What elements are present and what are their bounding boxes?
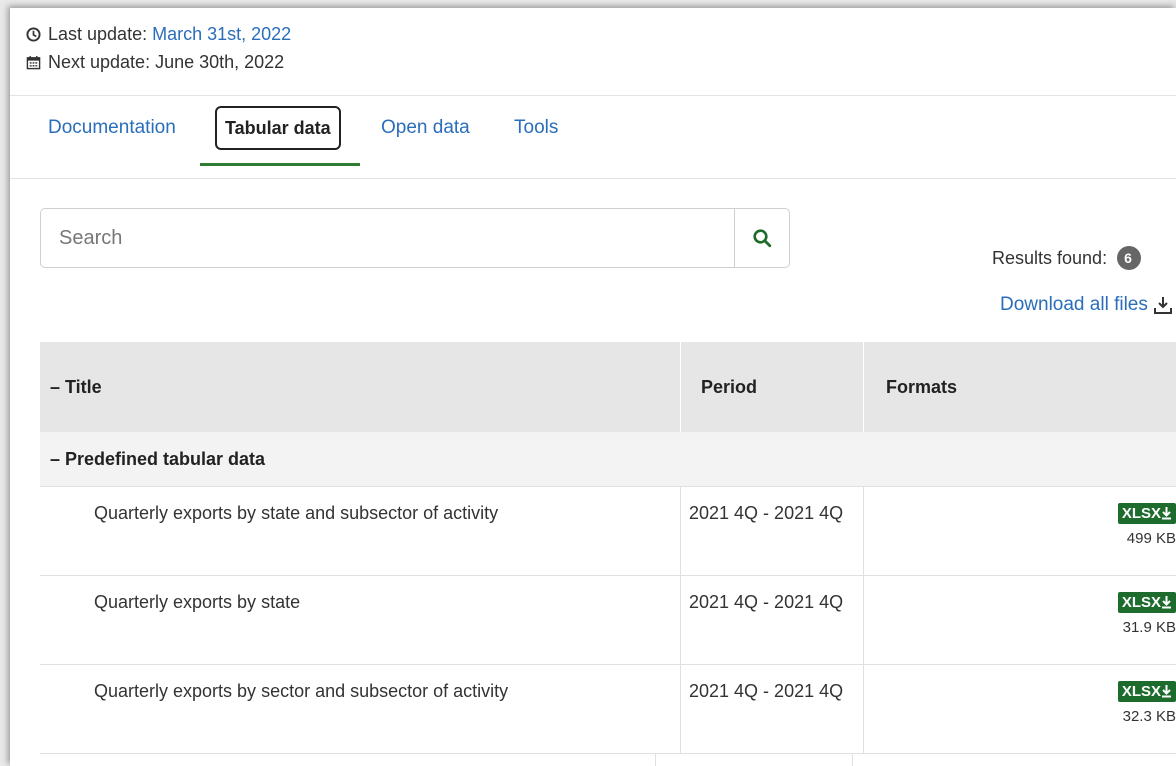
file-size: 31.9 KB bbox=[1122, 619, 1176, 636]
format-label: XLSX bbox=[1121, 505, 1161, 522]
group-row-predefined[interactable]: – Predefined tabular data bbox=[40, 432, 1176, 487]
search-button[interactable] bbox=[734, 209, 789, 267]
header-formats: Formats bbox=[863, 342, 1176, 432]
download-icon bbox=[1153, 297, 1172, 314]
download-icon bbox=[1162, 507, 1171, 520]
download-all-link[interactable]: Download all files bbox=[1000, 294, 1172, 316]
row-title: Quarterly exports by state bbox=[94, 592, 301, 612]
results-label: Results found: bbox=[992, 247, 1108, 268]
table-row: Quarterly exports by state and subsector… bbox=[40, 487, 1176, 576]
row-period: 2021 4Q - 2021 4Q bbox=[680, 576, 863, 664]
calendar-icon bbox=[26, 55, 42, 70]
next-update-label: Next update: June 30th, 2022 bbox=[48, 52, 285, 72]
tab-open-data[interactable]: Open data bbox=[381, 116, 470, 140]
results-count-badge: 6 bbox=[1117, 246, 1142, 270]
download-icon bbox=[1162, 685, 1171, 698]
search-input[interactable] bbox=[41, 209, 734, 267]
last-update-date-link[interactable]: March 31st, 2022 bbox=[152, 20, 291, 48]
row-formats-partial bbox=[852, 754, 1176, 766]
header-period: Period bbox=[680, 342, 863, 432]
tab-documentation[interactable]: Documentation bbox=[48, 116, 176, 140]
file-size: 32.3 KB bbox=[1122, 708, 1176, 725]
tab-tabular-data[interactable]: Tabular data bbox=[215, 106, 341, 150]
table-row: Quarterly exports by sector and subsecto… bbox=[40, 665, 1176, 754]
table-row-partial bbox=[40, 754, 1176, 766]
row-period: 2021 4Q - 2021 4Q bbox=[680, 665, 863, 753]
row-period: 2021 4Q - 2021 4Q bbox=[680, 487, 863, 575]
row-title-partial bbox=[40, 754, 655, 766]
xlsx-download-button[interactable]: XLSX bbox=[1117, 681, 1176, 702]
last-update: Last update: March 31st, 2022 bbox=[26, 20, 1176, 48]
header-title[interactable]: – Title bbox=[40, 342, 680, 432]
data-table: – Title Period Formats – Predefined tabu… bbox=[40, 342, 1176, 766]
download-icon bbox=[1162, 596, 1171, 609]
format-label: XLSX bbox=[1121, 683, 1161, 700]
update-info: Last update: March 31st, 2022 Next updat… bbox=[10, 8, 1176, 96]
table-row: Quarterly exports by state 2021 4Q - 202… bbox=[40, 576, 1176, 665]
tab-bar: Documentation Tabular data Open data Too… bbox=[10, 96, 1176, 179]
search-icon bbox=[753, 229, 772, 248]
xlsx-download-button[interactable]: XLSX bbox=[1117, 503, 1176, 524]
results-found: Results found: 6 bbox=[992, 246, 1142, 270]
row-formats: XLSX 32.3 KB bbox=[863, 665, 1176, 753]
tab-tools[interactable]: Tools bbox=[514, 116, 558, 140]
clock-icon bbox=[26, 26, 42, 42]
download-all-label: Download all files bbox=[1000, 294, 1148, 315]
table-header: – Title Period Formats bbox=[40, 342, 1176, 432]
next-update: Next update: June 30th, 2022 bbox=[26, 48, 1176, 76]
row-formats: XLSX 499 KB bbox=[863, 487, 1176, 575]
file-size: 499 KB bbox=[1126, 530, 1176, 547]
row-formats: XLSX 31.9 KB bbox=[863, 576, 1176, 664]
last-update-label: Last update: bbox=[48, 24, 148, 44]
row-title: Quarterly exports by state and subsector… bbox=[94, 503, 499, 523]
search-box bbox=[40, 208, 790, 268]
page-frame: Last update: March 31st, 2022 Next updat… bbox=[10, 8, 1176, 766]
row-period-partial bbox=[655, 754, 852, 766]
active-tab-indicator bbox=[200, 163, 360, 166]
row-title: Quarterly exports by sector and subsecto… bbox=[94, 681, 509, 701]
xlsx-download-button[interactable]: XLSX bbox=[1117, 592, 1176, 613]
format-label: XLSX bbox=[1121, 594, 1161, 611]
